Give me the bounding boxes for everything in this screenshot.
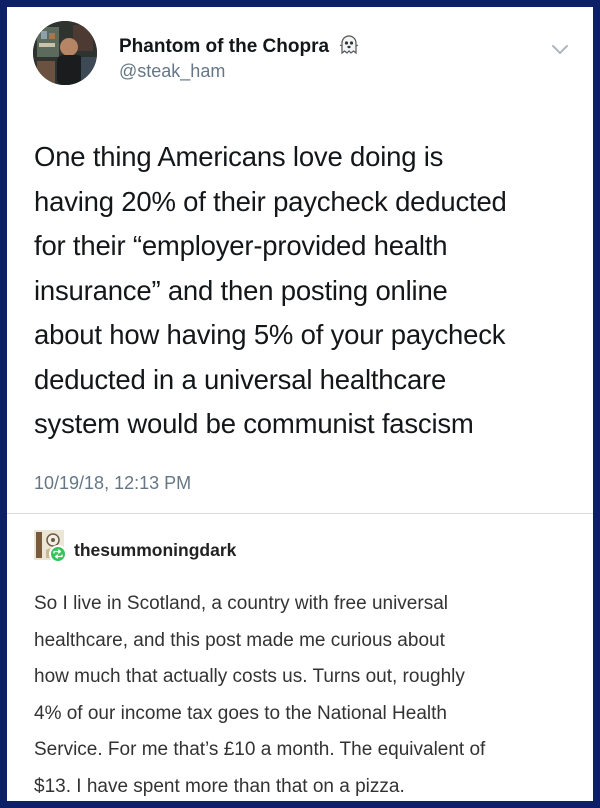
author-handle[interactable]: @steak_ham [119, 61, 225, 82]
reblog-icon [49, 545, 67, 563]
reblog-text-line: Service. For me that’s £10 a month. The … [34, 739, 486, 760]
tweet-text-line: deducted in a universal healthcare [34, 363, 447, 395]
chevron-down-icon[interactable] [551, 43, 569, 61]
tweet-timestamp[interactable]: 10/19/18, 12:13 PM [34, 473, 191, 494]
tweet-header: Phantom of the Chopra @steak_ham [33, 21, 573, 85]
author-name-text: Phantom of the Chopra [119, 36, 330, 57]
divider [7, 513, 593, 514]
reblog-text-line: So I live in Scotland, a country with fr… [34, 593, 448, 614]
tweet-text: One thing Americans love doing is having… [34, 135, 579, 447]
tweet-text-line: having 20% of their paycheck deducted [34, 185, 507, 217]
reblog-text-line: $13. I have spent more than that on a pi… [34, 775, 405, 797]
reblog-text: So I live in Scotland, a country with fr… [34, 586, 584, 805]
reblog-username[interactable]: thesummoningdark [74, 540, 236, 561]
screenshot-frame: Phantom of the Chopra @steak_ham One thi… [7, 7, 593, 801]
tweet-text-line: One thing Americans love doing is [34, 141, 444, 172]
reblog-text-line: how much that actually costs us. Turns o… [34, 666, 465, 687]
reblog-text-line: 4% of our income tax goes to the Nationa… [34, 702, 447, 724]
tweet-text-line: system would be communist fascism [34, 408, 474, 439]
tweet-text-line: insurance” and then posting online [34, 274, 448, 306]
tweet-text-line: about how having 5% of your paycheck [34, 319, 506, 350]
tweet-text-line: for their “employer-provided health [34, 230, 448, 261]
ghost-icon [338, 35, 360, 61]
reblog-text-line: healthcare, and this post made me curiou… [34, 629, 445, 651]
avatar[interactable] [33, 21, 97, 85]
author-name[interactable]: Phantom of the Chopra [119, 35, 360, 61]
